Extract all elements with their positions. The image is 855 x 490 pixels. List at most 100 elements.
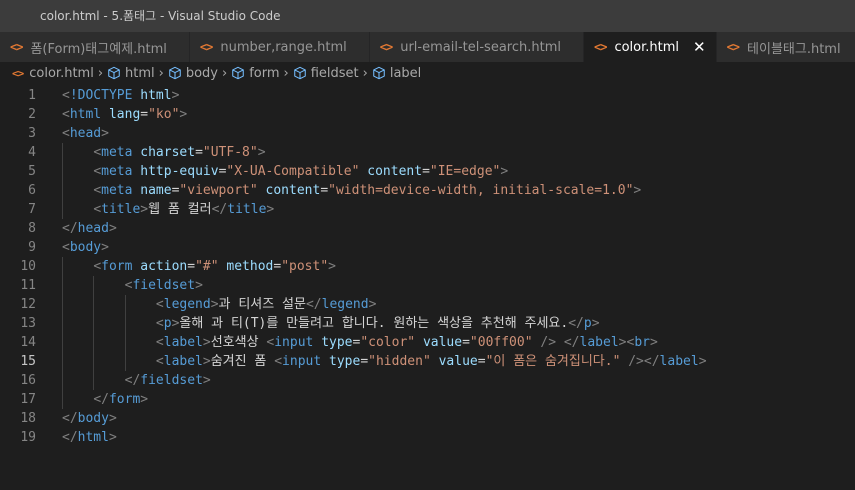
code-line[interactable]: 3 <head>	[0, 124, 855, 143]
line-number: 4	[28, 145, 36, 160]
code-token: 웹 폼 컬러	[148, 202, 212, 217]
tab-form-example[interactable]: <> 폼(Form)태그예제.html	[0, 32, 190, 62]
indent-guide	[62, 276, 63, 295]
code-line[interactable]: 7 <title>웹 폼 컬러</title>	[0, 200, 855, 219]
html-file-icon: <>	[10, 40, 23, 54]
code-token: </	[124, 373, 141, 388]
code-token: <	[93, 145, 102, 160]
code-line[interactable]: 16 </fieldset>	[0, 371, 855, 390]
code-token: >	[500, 164, 509, 179]
code-token: label	[579, 335, 619, 350]
code-token: <	[93, 259, 102, 274]
code-line[interactable]: 8 </head>	[0, 219, 855, 238]
code-text: <meta name="viewport" content="width=dev…	[36, 181, 641, 200]
cube-icon	[108, 66, 120, 80]
chevron-right-icon: ›	[222, 65, 228, 81]
code-editor[interactable]: 1 <!DOCTYPE html> 2 <html lang="ko"> 3 <head>…	[0, 84, 855, 447]
line-number: 8	[28, 221, 36, 236]
code-line[interactable]: 17 </form>	[0, 390, 855, 409]
code-line[interactable]: 13 <p>올해 과 티(T)를 만들려고 합니다. 원하는 색상을 추천해 주…	[0, 314, 855, 333]
code-token: </	[62, 430, 78, 445]
indent-guide	[93, 314, 95, 333]
code-line[interactable]: 19 </html>	[0, 428, 855, 447]
html-file-icon: <>	[199, 40, 213, 54]
close-icon[interactable]: ✕	[693, 38, 706, 56]
breadcrumb-item-file[interactable]: <> color.html	[12, 66, 94, 81]
tab-number-range[interactable]: <> number,range.html	[189, 32, 370, 62]
code-token: charset	[140, 145, 196, 160]
code-token: >	[108, 411, 117, 426]
cube-icon	[293, 66, 306, 80]
indent-guide	[62, 390, 63, 409]
code-token: "ko"	[148, 107, 180, 122]
breadcrumb-item-form[interactable]: form	[231, 66, 280, 81]
line-number: 7	[28, 202, 36, 217]
code-token: =	[187, 259, 196, 274]
code-token: value	[438, 354, 478, 369]
html-file-icon: <>	[12, 66, 24, 80]
code-token: >	[202, 335, 211, 350]
code-line[interactable]: 4 <meta charset="UTF-8">	[0, 143, 855, 162]
code-text: <meta charset="UTF-8">	[36, 143, 266, 162]
indent-guide	[62, 181, 63, 200]
code-token: >	[195, 278, 203, 293]
code-line[interactable]: 1 <!DOCTYPE html>	[0, 86, 855, 105]
code-line[interactable]: 6 <meta name="viewport" content="width=d…	[0, 181, 855, 200]
code-line[interactable]: 11 <fieldset>	[0, 276, 855, 295]
code-token: <	[62, 126, 70, 141]
code-token: p	[163, 316, 172, 331]
line-number: 18	[20, 411, 36, 426]
code-line[interactable]: 12 <legend>과 티셔즈 설문</legend>	[0, 295, 855, 314]
code-token: title	[227, 202, 267, 217]
code-token: >	[101, 240, 109, 255]
code-token: http-equiv	[140, 164, 219, 179]
breadcrumb-item-html[interactable]: html	[107, 66, 155, 81]
indent-guide	[93, 371, 95, 390]
line-number: 9	[28, 240, 36, 255]
code-token: "이 폼은 숨겨집니다."	[485, 354, 621, 369]
breadcrumb-item-label[interactable]: label	[372, 66, 421, 81]
line-number: 5	[28, 164, 36, 179]
code-token: >	[266, 202, 275, 217]
code-token: =	[320, 183, 329, 198]
indent-guide	[62, 143, 63, 162]
code-line[interactable]: 9 <body>	[0, 238, 855, 257]
tab-url-email-tel-search[interactable]: <> url-email-tel-search.html	[369, 32, 584, 62]
cube-icon	[373, 66, 385, 80]
line-number: 15	[20, 354, 36, 369]
breadcrumb-item-body[interactable]: body	[168, 66, 218, 81]
code-token: <	[155, 297, 164, 312]
tab-label: url-email-tel-search.html	[400, 39, 561, 55]
breadcrumb-item-fieldset[interactable]: fieldset	[293, 66, 359, 81]
code-token: content	[367, 164, 423, 179]
code-text: </html>	[36, 428, 117, 447]
code-token: type	[321, 335, 353, 350]
code-token: <	[155, 335, 164, 350]
code-token: "IE=edge"	[429, 164, 501, 179]
code-line[interactable]: 15 <label>숨겨진 폼 <input type="hidden" val…	[0, 352, 855, 371]
tab-label: 테이블태그.html	[747, 41, 841, 57]
code-token: <	[155, 316, 164, 331]
code-token: "hidden"	[368, 354, 431, 369]
code-text: <form action="#" method="post">	[36, 257, 336, 276]
code-token: </	[211, 202, 228, 217]
line-number: 10	[20, 259, 36, 274]
code-line[interactable]: 18 </body>	[0, 409, 855, 428]
code-token: "#"	[195, 259, 219, 274]
code-line[interactable]: 5 <meta http-equiv = "X-UA-Compatible" con…	[0, 162, 855, 181]
code-line[interactable]: 10 <form action="#" method="post">	[0, 257, 855, 276]
tab-table-tag[interactable]: <> 테이블태그.html	[716, 32, 855, 62]
code-token: name	[140, 183, 172, 198]
code-token: />	[540, 335, 557, 350]
code-token: html	[69, 107, 102, 122]
code-token: </	[305, 297, 322, 312]
code-text: <label>숨겨진 폼 <input type="hidden" value=…	[36, 352, 707, 371]
code-line[interactable]: 14 <label>선호색상 <input type="color" value…	[0, 333, 855, 352]
tab-label: number,range.html	[220, 39, 347, 55]
code-token: form	[108, 392, 141, 407]
code-text: </form>	[36, 390, 148, 409]
code-line[interactable]: 2 <html lang="ko">	[0, 105, 855, 124]
tab-color[interactable]: <> color.html ✕	[583, 32, 717, 62]
